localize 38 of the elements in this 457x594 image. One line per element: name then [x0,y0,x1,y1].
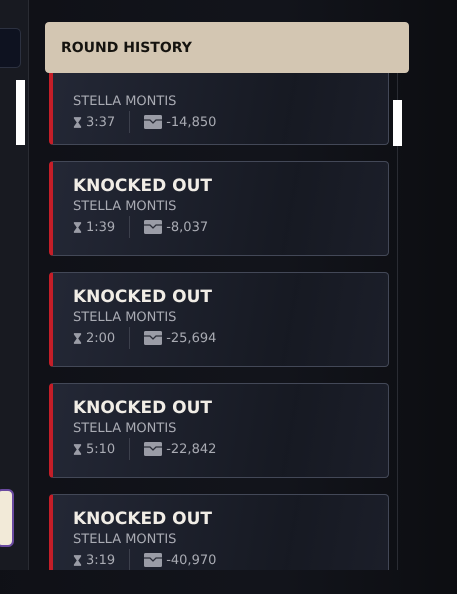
map-name: STELLA MONTIS [73,531,178,549]
round-time: 2:00 [86,330,116,346]
round-time: 1:39 [86,220,116,234]
hourglass-icon [73,116,82,128]
map-name: STELLA MONTIS [73,198,178,216]
round-card[interactable]: STELLA MONTIS 3:37 -14,850 [49,73,389,145]
item-card[interactable] [0,489,14,547]
round-amount: -40,970 [166,552,216,568]
scrollbar-thumb[interactable] [16,80,25,145]
hourglass-icon [73,332,82,344]
round-result: KNOCKED OUT [73,508,213,531]
header-title: ROUND HISTORY [61,40,192,56]
map-name: STELLA MONTIS [73,93,178,111]
round-time: 3:37 [86,114,116,130]
map-name: STELLA MONTIS [73,420,178,438]
hourglass-icon [73,444,82,454]
round-result: KNOCKED OUT [73,397,213,420]
case-icon [144,115,162,129]
round-amount: -22,842 [166,442,216,456]
round-time: 3:19 [86,552,116,568]
map-name: STELLA MONTIS [73,309,178,327]
round-card[interactable]: KNOCKED OUT STELLA MONTIS 5:10 -22,842 [49,383,389,478]
round-amount: -8,037 [166,220,208,234]
hourglass-icon [73,554,82,566]
round-amount: -25,694 [166,330,216,346]
case-icon [144,553,162,567]
round-time: 5:10 [86,442,116,456]
round-result: KNOCKED OUT [73,286,213,309]
round-card[interactable]: KNOCKED OUT STELLA MONTIS 2:00 -25,694 [49,272,389,367]
case-icon [144,442,162,456]
round-card[interactable]: KNOCKED OUT STELLA MONTIS 3:19 -40,970 [49,494,389,570]
case-icon [144,220,162,234]
case-icon [144,331,162,345]
scrollbar-thumb[interactable] [393,100,402,146]
round-card[interactable]: KNOCKED OUT STELLA MONTIS 1:39 -8,037 [49,161,389,256]
round-amount: -14,850 [166,114,216,130]
round-result: KNOCKED OUT [73,175,213,198]
hourglass-icon [73,222,82,232]
